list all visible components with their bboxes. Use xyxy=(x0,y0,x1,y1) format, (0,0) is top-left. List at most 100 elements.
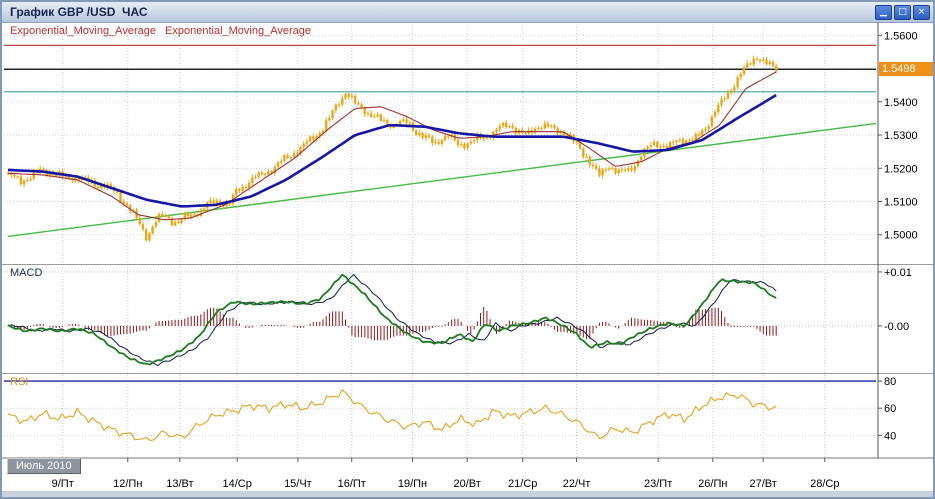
candle-body xyxy=(123,201,125,203)
candle-body xyxy=(720,99,722,105)
date-tick-label: 9/Пт xyxy=(52,478,74,490)
candle-body xyxy=(155,222,157,227)
date-tick-label: 15/Чт xyxy=(284,478,312,490)
candle-body xyxy=(640,157,642,161)
candle-body xyxy=(55,175,57,176)
candle-body xyxy=(238,189,240,191)
candle-body xyxy=(434,142,436,143)
candle-body xyxy=(483,138,485,139)
candle-body xyxy=(277,162,279,167)
candle-body xyxy=(187,213,189,216)
candle-body xyxy=(296,153,298,154)
candle-body xyxy=(373,116,375,117)
ema-label-2: Exponential_Moving_Average xyxy=(165,25,311,37)
candle-body xyxy=(267,171,269,174)
candle-body xyxy=(727,93,729,99)
candle-body xyxy=(505,123,507,127)
candle-body xyxy=(537,128,539,129)
candle-body xyxy=(23,181,25,185)
candle-body xyxy=(759,60,761,61)
candle-body xyxy=(383,120,385,121)
candle-body xyxy=(711,117,713,126)
rsi-tick-label: 80 xyxy=(884,376,896,388)
candle-body xyxy=(614,168,616,173)
candle-body xyxy=(376,115,378,117)
candle-body xyxy=(659,147,661,148)
candle-body xyxy=(740,74,742,77)
candle-body xyxy=(540,128,542,129)
candle-body xyxy=(772,62,774,66)
candle-body xyxy=(595,166,597,169)
candle-body xyxy=(425,135,427,138)
candle-body xyxy=(688,140,690,141)
restore-button[interactable]: □ xyxy=(894,5,911,20)
candle-body xyxy=(470,142,472,144)
current-price-badge: 1.5498 xyxy=(879,62,934,76)
candle-body xyxy=(775,66,777,72)
candle-body xyxy=(646,147,648,149)
candle-body xyxy=(698,134,700,135)
candle-body xyxy=(341,98,343,104)
candle-body xyxy=(209,200,211,202)
candle-body xyxy=(499,126,501,129)
date-tick-label: 19/Пн xyxy=(398,478,427,490)
minimize-button[interactable]: ▁ xyxy=(875,5,892,20)
candle-body xyxy=(174,222,176,226)
candle-body xyxy=(13,175,15,177)
candle-body xyxy=(733,87,735,90)
price-tick-label: 1.5100 xyxy=(884,197,918,209)
candle-body xyxy=(515,128,517,133)
candle-body xyxy=(354,96,356,104)
candle-body xyxy=(650,145,652,147)
candle-body xyxy=(749,63,751,64)
candle-body xyxy=(168,216,170,219)
candle-body xyxy=(627,168,629,170)
candle-body xyxy=(762,60,764,62)
date-tick-label: 28/Ср xyxy=(810,478,839,490)
candle-body xyxy=(765,60,767,65)
candle-body xyxy=(589,157,591,165)
candle-body xyxy=(405,119,407,123)
candle-body xyxy=(190,215,192,217)
candle-body xyxy=(556,128,558,133)
rsi-panel-label: RSI xyxy=(10,376,28,388)
candle-body xyxy=(743,68,745,75)
candle-body xyxy=(364,108,366,114)
candle-body xyxy=(502,123,504,126)
candle-body xyxy=(258,172,260,176)
candle-body xyxy=(235,189,237,195)
candle-body xyxy=(161,214,163,216)
candle-body xyxy=(495,129,497,132)
candle-body xyxy=(180,219,182,222)
candle-body xyxy=(148,233,150,240)
candle-body xyxy=(344,94,346,98)
candle-body xyxy=(351,96,353,97)
candle-body xyxy=(20,177,22,185)
candle-body xyxy=(126,203,128,205)
candle-body xyxy=(457,140,459,145)
titlebar[interactable]: График GBP /USD ЧАС ▁ □ × xyxy=(2,2,933,23)
candle-body xyxy=(193,215,195,216)
candle-body xyxy=(261,172,263,174)
candle-body xyxy=(601,170,603,176)
candle-body xyxy=(508,126,510,127)
candle-body xyxy=(158,214,160,222)
date-tick-label: 27/Вт xyxy=(750,478,777,490)
candle-body xyxy=(675,141,677,143)
date-tick-label: 14/Ср xyxy=(222,478,251,490)
close-button[interactable]: × xyxy=(913,5,930,20)
candle-body xyxy=(463,144,465,148)
candle-body xyxy=(415,131,417,136)
candle-body xyxy=(714,112,716,117)
candle-body xyxy=(164,216,166,217)
candle-body xyxy=(524,133,526,134)
chart-canvas[interactable]: 1.56001.54001.53001.52001.51001.5000+0.0… xyxy=(2,23,933,498)
candle-body xyxy=(335,105,337,111)
candle-body xyxy=(438,142,440,144)
chart-area: 1.56001.54001.53001.52001.51001.5000+0.0… xyxy=(2,23,933,497)
candle-body xyxy=(466,143,468,148)
candle-body xyxy=(241,187,243,191)
candle-body xyxy=(139,218,141,224)
candle-body xyxy=(367,113,369,114)
candle-body xyxy=(544,124,546,129)
